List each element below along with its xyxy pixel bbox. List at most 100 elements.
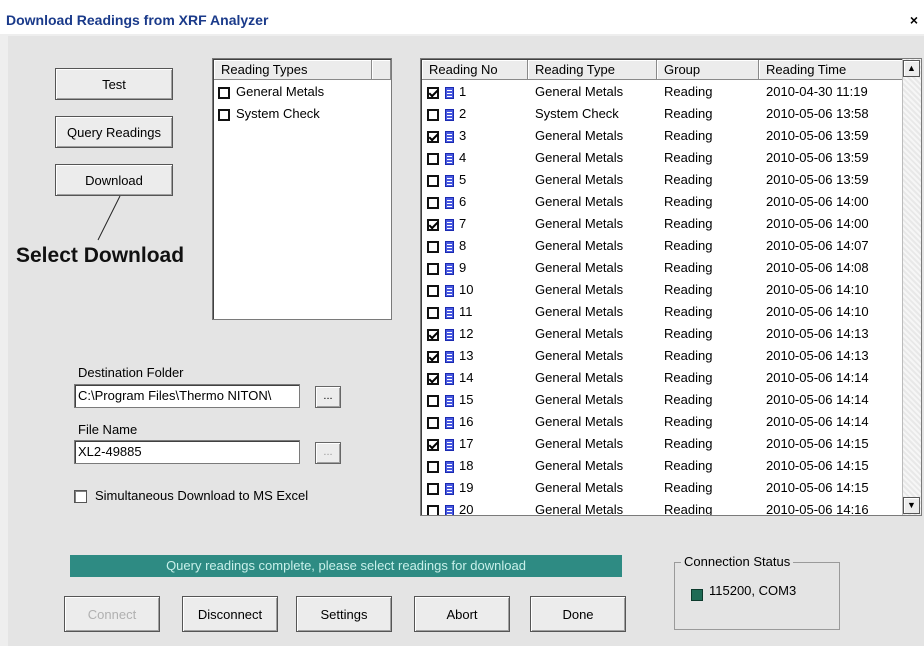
document-icon bbox=[445, 416, 454, 429]
reading-checkbox[interactable] bbox=[427, 174, 439, 187]
test-button[interactable]: Test bbox=[55, 68, 173, 100]
excel-checkbox[interactable] bbox=[74, 490, 87, 503]
reading-checkbox[interactable] bbox=[427, 460, 439, 473]
settings-button[interactable]: Settings bbox=[296, 596, 392, 632]
reading-no: 19 bbox=[459, 480, 474, 495]
column-header-reading-type[interactable]: Reading Type bbox=[528, 60, 657, 80]
destination-folder-label: Destination Folder bbox=[78, 365, 184, 380]
reading-checkbox[interactable] bbox=[427, 416, 439, 429]
reading-checkbox[interactable] bbox=[427, 130, 439, 143]
reading-checkbox[interactable] bbox=[427, 482, 439, 495]
file-name-browse-button[interactable]: ... bbox=[315, 442, 341, 464]
reading-type: General Metals bbox=[535, 260, 624, 275]
column-header-group[interactable]: Group bbox=[657, 60, 759, 80]
reading-type-item[interactable]: General Metals bbox=[218, 81, 324, 103]
destination-folder-input[interactable]: C:\Program Files\Thermo NITON\ bbox=[74, 384, 300, 408]
reading-no: 4 bbox=[459, 150, 467, 165]
document-icon bbox=[445, 306, 454, 319]
table-row[interactable]: 16 General Metals Reading 2010-05-06 14:14 bbox=[421, 411, 903, 433]
table-row[interactable]: 3 General Metals Reading 2010-05-06 13:59 bbox=[421, 125, 903, 147]
connection-status-group: Connection Status 115200, COM3 bbox=[674, 554, 840, 630]
abort-button[interactable]: Abort bbox=[414, 596, 510, 632]
reading-checkbox[interactable] bbox=[427, 306, 439, 319]
reading-type-checkbox[interactable] bbox=[218, 108, 230, 121]
table-row[interactable]: 10 General Metals Reading 2010-05-06 14:10 bbox=[421, 279, 903, 301]
document-icon bbox=[445, 86, 454, 99]
connection-status-caption: Connection Status bbox=[681, 554, 794, 569]
table-row[interactable]: 15 General Metals Reading 2010-05-06 14:14 bbox=[421, 389, 903, 411]
table-row[interactable]: 20 General Metals Reading 2010-05-06 14:16 bbox=[421, 499, 903, 515]
reading-time: 2010-05-06 13:59 bbox=[766, 128, 869, 143]
window-title: Download Readings from XRF Analyzer bbox=[6, 12, 269, 28]
reading-checkbox[interactable] bbox=[427, 438, 439, 451]
scroll-down-icon[interactable]: ▼ bbox=[903, 497, 920, 514]
reading-no: 5 bbox=[459, 172, 467, 187]
readings-scrollbar[interactable]: ▲ ▼ bbox=[902, 59, 921, 515]
reading-time: 2010-05-06 14:13 bbox=[766, 326, 869, 341]
reading-type: General Metals bbox=[535, 458, 624, 473]
reading-checkbox[interactable] bbox=[427, 350, 439, 363]
reading-no: 16 bbox=[459, 414, 474, 429]
table-row[interactable]: 13 General Metals Reading 2010-05-06 14:13 bbox=[421, 345, 903, 367]
status-progress-bar: Query readings complete, please select r… bbox=[70, 555, 622, 577]
disconnect-button[interactable]: Disconnect bbox=[182, 596, 278, 632]
reading-time: 2010-05-06 13:58 bbox=[766, 106, 869, 121]
reading-types-list[interactable]: Reading Types General Metals System Check bbox=[212, 58, 392, 320]
column-header-reading-no[interactable]: Reading No bbox=[422, 60, 528, 80]
reading-checkbox[interactable] bbox=[427, 240, 439, 253]
reading-time: 2010-05-06 14:14 bbox=[766, 370, 869, 385]
table-row[interactable]: 2 System Check Reading 2010-05-06 13:58 bbox=[421, 103, 903, 125]
query-readings-button[interactable]: Query Readings bbox=[55, 116, 173, 148]
reading-checkbox[interactable] bbox=[427, 86, 439, 99]
column-header-reading-time[interactable]: Reading Time bbox=[759, 60, 903, 80]
table-row[interactable]: 1 General Metals Reading 2010-04-30 11:19 bbox=[421, 81, 903, 103]
close-icon[interactable]: × bbox=[906, 12, 922, 30]
reading-group: Reading bbox=[664, 392, 713, 407]
excel-checkbox-label: Simultaneous Download to MS Excel bbox=[95, 488, 309, 503]
connect-button[interactable]: Connect bbox=[64, 596, 160, 632]
table-row[interactable]: 19 General Metals Reading 2010-05-06 14:15 bbox=[421, 477, 903, 499]
reading-types-header[interactable]: Reading Types bbox=[214, 60, 372, 80]
table-row[interactable]: 4 General Metals Reading 2010-05-06 13:59 bbox=[421, 147, 903, 169]
reading-time: 2010-05-06 14:15 bbox=[766, 436, 869, 451]
table-row[interactable]: 6 General Metals Reading 2010-05-06 14:00 bbox=[421, 191, 903, 213]
reading-checkbox[interactable] bbox=[427, 328, 439, 341]
table-row[interactable]: 5 General Metals Reading 2010-05-06 13:59 bbox=[421, 169, 903, 191]
table-row[interactable]: 11 General Metals Reading 2010-05-06 14:10 bbox=[421, 301, 903, 323]
reading-no: 2 bbox=[459, 106, 467, 121]
reading-group: Reading bbox=[664, 458, 713, 473]
reading-no: 6 bbox=[459, 194, 467, 209]
table-row[interactable]: 18 General Metals Reading 2010-05-06 14:15 bbox=[421, 455, 903, 477]
reading-group: Reading bbox=[664, 128, 713, 143]
table-row[interactable]: 17 General Metals Reading 2010-05-06 14:15 bbox=[421, 433, 903, 455]
file-name-label: File Name bbox=[78, 422, 138, 437]
reading-checkbox[interactable] bbox=[427, 108, 439, 121]
destination-browse-button[interactable]: ... bbox=[315, 386, 341, 408]
reading-checkbox[interactable] bbox=[427, 262, 439, 275]
reading-checkbox[interactable] bbox=[427, 196, 439, 209]
table-row[interactable]: 7 General Metals Reading 2010-05-06 14:00 bbox=[421, 213, 903, 235]
done-button[interactable]: Done bbox=[530, 596, 626, 632]
reading-group: Reading bbox=[664, 106, 713, 121]
table-row[interactable]: 14 General Metals Reading 2010-05-06 14:14 bbox=[421, 367, 903, 389]
table-row[interactable]: 12 General Metals Reading 2010-05-06 14:13 bbox=[421, 323, 903, 345]
scroll-up-icon[interactable]: ▲ bbox=[903, 60, 920, 77]
download-button[interactable]: Download bbox=[55, 164, 173, 196]
document-icon bbox=[445, 240, 454, 253]
readings-table[interactable]: Reading No Reading Type Group Reading Ti… bbox=[420, 58, 922, 516]
reading-no: 9 bbox=[459, 260, 467, 275]
reading-checkbox[interactable] bbox=[427, 284, 439, 297]
reading-checkbox[interactable] bbox=[427, 218, 439, 231]
reading-checkbox[interactable] bbox=[427, 394, 439, 407]
dialog-client-area: Test Query Readings Download Select Down… bbox=[8, 36, 924, 646]
reading-type: General Metals bbox=[535, 304, 624, 319]
reading-checkbox[interactable] bbox=[427, 504, 439, 515]
reading-type-item[interactable]: System Check bbox=[218, 103, 320, 125]
table-row[interactable]: 8 General Metals Reading 2010-05-06 14:07 bbox=[421, 235, 903, 257]
reading-type-checkbox[interactable] bbox=[218, 86, 230, 99]
reading-checkbox[interactable] bbox=[427, 372, 439, 385]
file-name-input[interactable]: XL2-49885 bbox=[74, 440, 300, 464]
table-row[interactable]: 9 General Metals Reading 2010-05-06 14:08 bbox=[421, 257, 903, 279]
reading-checkbox[interactable] bbox=[427, 152, 439, 165]
reading-time: 2010-05-06 14:08 bbox=[766, 260, 869, 275]
